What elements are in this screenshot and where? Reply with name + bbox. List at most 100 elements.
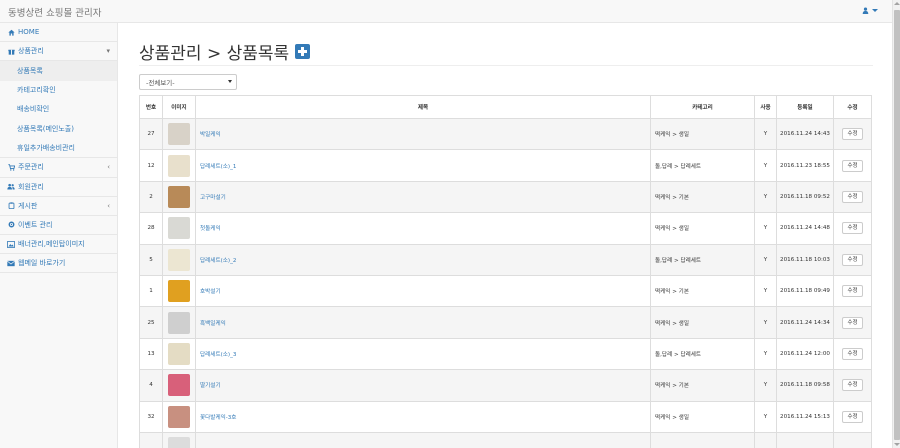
cell-image [162,337,196,371]
edit-button[interactable]: 수정 [842,159,863,172]
category-filter-select[interactable]: -전체보기- [139,74,237,90]
cell-use: Y [754,400,777,433]
chevron-down-icon [872,9,878,12]
product-thumbnail[interactable] [168,248,190,271]
product-thumbnail[interactable] [168,154,190,177]
sidebar-subitem-product-list[interactable]: 상품목록 [0,61,117,81]
sidebar-item-home[interactable]: HOME [0,23,117,43]
sidebar-item-label: HOME [18,28,40,37]
cell-title[interactable]: 딸기설기 [195,369,651,402]
table-row [139,431,872,448]
sidebar-item-banner[interactable]: 배너관리,메인탑이미지 [0,235,117,255]
home-icon [7,28,15,36]
edit-button[interactable]: 수정 [842,316,863,329]
product-submenu: 상품목록 카테고리확인 배송비확인 상품목록(메인노출) 휴일추가배송비관리 [0,61,117,159]
scroll-down-arrow-icon[interactable] [894,443,900,446]
cell-title[interactable]: 답례세트(소)_1 [195,149,651,182]
scroll-thumb[interactable] [894,10,900,440]
cell-title[interactable]: 답례세트(소)_3 [195,337,651,371]
brand-title[interactable]: 동병상련 쇼핑몰 관리자 [8,5,101,19]
sidebar-subitem-main-products[interactable]: 상품목록(메인노출) [0,119,117,138]
product-thumbnail[interactable] [168,311,190,334]
sidebar-item-label: 상품목록(메인노출) [17,124,74,133]
edit-button[interactable]: 수정 [842,253,863,266]
cell-image [162,180,196,214]
cell-title[interactable] [195,431,651,448]
user-menu[interactable] [862,7,878,14]
product-thumbnail[interactable] [168,437,190,448]
cell-title[interactable]: 호박설기 [195,274,651,308]
cell-image [162,431,196,448]
col-header-edit: 수정 [833,95,872,119]
product-thumbnail[interactable] [168,342,190,365]
edit-button[interactable]: 수정 [842,222,863,235]
chevron-left-icon: ‹ [107,201,110,210]
edit-button[interactable]: 수정 [842,190,863,203]
sidebar-item-members[interactable]: 회원관리 [0,178,117,197]
col-header-image: 이미지 [162,95,196,119]
edit-button[interactable]: 수정 [842,347,863,360]
product-thumbnail[interactable] [168,123,190,146]
sidebar-item-board[interactable]: 게시판 ‹ [0,197,117,216]
cell-use: Y [754,212,777,245]
product-thumbnail[interactable] [168,280,190,303]
product-thumbnail[interactable] [168,405,190,428]
cell-date [776,431,834,448]
cell-title[interactable]: 답례세트(소)_2 [195,243,651,276]
cell-image [162,149,196,182]
main-content: 상품관리 > 상품목록 -전체보기- 번호 이미지 제목 카테고리 사용 등록일… [118,23,892,448]
cell-use: Y [754,180,777,214]
cell-title[interactable]: 첫돌케익 [195,212,651,245]
cell-category: 돌,답례 > 답례세트 [650,149,755,182]
cell-title[interactable]: 꽃다발케익-3호 [195,400,651,433]
cell-use: Y [754,337,777,371]
sidebar-item-events[interactable]: 이벤트 관리 [0,216,117,236]
sidebar-item-label: 배송비확인 [17,105,50,114]
table-row: 27 박일케익 떡케익 > 생일 Y 2016.11.24 14:43 수정 [139,117,872,151]
cell-image [162,369,196,402]
gear-icon [7,221,15,229]
table-row: 25 흑백일케익 떡케익 > 생일 Y 2016.11.24 14:34 수정 [139,306,872,339]
cell-use: Y [754,149,777,182]
cell-edit: 수정 [833,369,872,402]
cell-category: 돌,답례 > 답례세트 [650,337,755,371]
table-row: 12 답례세트(소)_1 돌,답례 > 답례세트 Y 2016.11.23 18:55 수… [139,149,872,182]
cell-category: 떡케익 > 기본 [650,369,755,402]
chevron-left-icon: ‹ [107,163,110,172]
product-thumbnail[interactable] [168,185,190,208]
sidebar-subitem-shipping[interactable]: 배송비확인 [0,100,117,119]
cell-no: 13 [139,337,163,371]
edit-button[interactable]: 수정 [842,410,863,423]
page-title: 상품관리 > 상품목록 [139,39,311,64]
sidebar-item-orders[interactable]: 주문관리 ‹ [0,158,117,178]
envelope-icon [7,259,15,267]
edit-button[interactable]: 수정 [842,379,863,392]
cell-no: 32 [139,400,163,433]
product-table: 번호 이미지 제목 카테고리 사용 등록일 수정 27 박일케익 떡케익 > 생일 Y… [139,95,872,448]
product-thumbnail[interactable] [168,217,190,240]
sidebar-item-webmail[interactable]: 웹메일 바로가기 [0,254,117,274]
cell-date: 2016.11.24 12:00 [776,337,834,371]
cell-category [650,431,755,448]
cell-category: 떡케익 > 기본 [650,274,755,308]
edit-button[interactable]: 수정 [842,128,863,141]
page-scrollbar[interactable] [892,0,900,448]
sidebar-subitem-holiday-shipping[interactable]: 휴일추가배송비관리 [0,138,117,157]
cell-category: 떡케익 > 생일 [650,306,755,339]
edit-button[interactable]: 수정 [842,285,863,298]
sidebar-item-product[interactable]: 상품관리 ▾ [0,42,117,62]
cell-title[interactable]: 고구마설기 [195,180,651,214]
cell-no: 1 [139,274,163,308]
cell-title[interactable]: 박일케익 [195,117,651,151]
cell-no: 4 [139,369,163,402]
cell-date: 2016.11.24 14:34 [776,306,834,339]
cell-title[interactable]: 흑백일케익 [195,306,651,339]
scroll-up-arrow-icon[interactable] [894,2,900,5]
sidebar: HOME 상품관리 ▾ 상품목록 카테고리확인 배송비확인 상품목록(메인노출)… [0,23,118,448]
add-product-icon[interactable] [295,44,311,59]
product-thumbnail[interactable] [168,374,190,397]
sidebar-subitem-category[interactable]: 카테고리확인 [0,81,117,100]
table-row: 28 첫돌케익 떡케익 > 생일 Y 2016.11.24 14:48 수정 [139,212,872,245]
cell-category: 떡케익 > 기본 [650,180,755,214]
users-icon [7,183,15,191]
